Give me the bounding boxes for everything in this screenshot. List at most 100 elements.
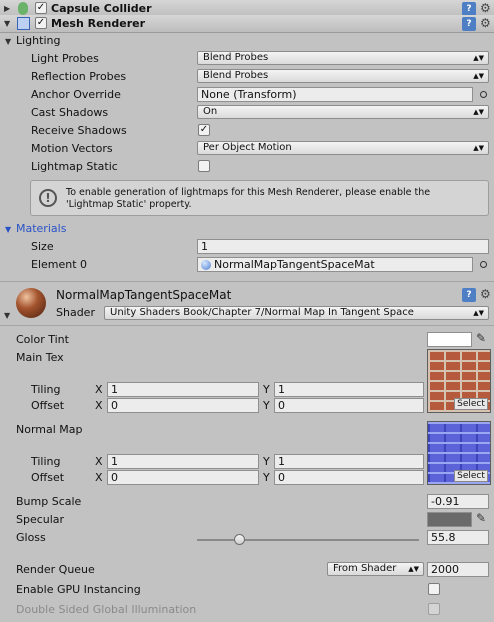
normal-tiling-y-field[interactable]: 1 [274,454,424,469]
gloss-slider-knob[interactable] [234,534,246,545]
motion-vectors-value: Per Object Motion [203,142,292,153]
gear-icon[interactable]: ⚙ [480,287,491,301]
info-text-line1: To enable generation of lightmaps for th… [66,187,431,198]
main-tiling-y-field[interactable]: 1 [274,382,424,397]
main-tiling-label: Tiling [31,383,61,396]
specular-swatch[interactable] [427,512,472,527]
shader-value: Unity Shaders Book/Chapter 7/Normal Map … [110,307,414,318]
render-queue-field[interactable]: 2000 [427,562,489,577]
reflection-probes-value: Blend Probes [203,70,269,81]
receive-shadows-label: Receive Shadows [31,124,127,137]
shader-dropdown[interactable]: Unity Shaders Book/Chapter 7/Normal Map … [104,306,489,320]
bump-scale-field[interactable]: -0.91 [427,494,489,509]
normal-tiling-label: Tiling [31,455,61,468]
materials-size-field[interactable]: 1 [197,239,489,254]
gloss-field[interactable]: 55.8 [427,530,489,545]
gear-icon[interactable]: ⚙ [480,16,491,30]
normal-offset-label: Offset [31,471,65,484]
dropdown-arrow-icon: ▲▼ [473,309,484,317]
cast-shadows-value: On [203,106,218,117]
reflection-probes-dropdown[interactable]: Blend Probes ▲▼ [197,69,489,83]
capsule-collider-enabled-checkbox[interactable]: ✓ [35,2,47,14]
materials-fold-icon[interactable]: ▼ [5,225,14,234]
normal-map-thumbnail[interactable]: Select [427,421,491,485]
help-icon[interactable]: ? [462,2,476,16]
element0-value: NormalMapTangentSpaceMat [214,258,375,271]
mesh-renderer-header[interactable]: ▼ ✓ Mesh Renderer ? ⚙ [0,15,494,33]
main-tex-thumbnail[interactable]: Select [427,349,491,413]
normal-offset-x-label: X [95,471,103,484]
help-icon[interactable]: ? [462,17,476,31]
material-name: NormalMapTangentSpaceMat [56,288,232,302]
main-offset-x-label: X [95,399,103,412]
dropdown-arrow-icon: ▲▼ [473,54,484,62]
motion-vectors-dropdown[interactable]: Per Object Motion ▲▼ [197,141,489,155]
dropdown-arrow-icon: ▲▼ [473,72,484,80]
normal-tiling-x-label: X [95,455,103,468]
main-tex-label: Main Tex [16,351,64,364]
render-queue-mode-value: From Shader [333,563,397,574]
main-offset-y-field[interactable]: 0 [274,398,424,413]
dropdown-arrow-icon: ▲▼ [408,565,419,573]
dropdown-arrow-icon: ▲▼ [473,144,484,152]
capsule-collider-icon [18,2,28,15]
mesh-renderer-icon [17,17,30,30]
lightmap-static-checkbox[interactable] [198,160,210,172]
normal-offset-x-field[interactable]: 0 [107,470,259,485]
light-probes-value: Blend Probes [203,52,269,63]
gear-icon[interactable]: ⚙ [480,1,491,15]
materials-size-label: Size [31,240,54,253]
main-tex-select-button[interactable]: Select [454,398,488,410]
render-queue-mode-dropdown[interactable]: From Shader ▲▼ [327,562,424,576]
receive-shadows-checkbox[interactable]: ✓ [198,124,210,136]
eyedropper-icon[interactable]: ✎ [476,511,486,525]
render-queue-label: Render Queue [16,563,95,576]
object-picker-icon[interactable] [480,261,487,268]
normal-offset-y-label: Y [263,471,270,484]
element0-field[interactable]: NormalMapTangentSpaceMat [197,257,473,272]
object-picker-icon[interactable] [480,91,487,98]
gloss-label: Gloss [16,531,46,544]
help-icon[interactable]: ? [462,288,476,302]
gpu-instancing-checkbox[interactable] [428,583,440,595]
bump-scale-label: Bump Scale [16,495,82,508]
separator [0,325,494,326]
separator [0,281,494,282]
lighting-section-label[interactable]: Lighting [16,34,60,47]
fold-arrow-icon[interactable]: ▶ [4,4,13,13]
fold-arrow-icon[interactable]: ▼ [4,19,13,28]
light-probes-label: Light Probes [31,52,99,65]
material-preview-icon [16,288,46,318]
mesh-renderer-enabled-checkbox[interactable]: ✓ [35,17,47,29]
lightmap-static-label: Lightmap Static [31,160,118,173]
main-tiling-x-field[interactable]: 1 [107,382,259,397]
material-sphere-icon [201,260,211,270]
lighting-fold-icon[interactable]: ▼ [5,37,14,46]
main-offset-x-field[interactable]: 0 [107,398,259,413]
light-probes-dropdown[interactable]: Blend Probes ▲▼ [197,51,489,65]
materials-section-label[interactable]: Materials [16,222,66,235]
double-sided-gi-checkbox [428,603,440,615]
info-text-line2: 'Lightmap Static' property. [66,199,192,210]
cast-shadows-dropdown[interactable]: On ▲▼ [197,105,489,119]
specular-label: Specular [16,513,65,526]
anchor-override-field[interactable]: None (Transform) [197,87,473,102]
normal-tiling-y-label: Y [263,455,270,468]
material-fold-icon[interactable]: ▼ [4,311,13,320]
eyedropper-icon[interactable]: ✎ [476,331,486,345]
lightmap-info-box: ! To enable generation of lightmaps for … [30,180,489,216]
gloss-slider-track[interactable] [197,539,419,541]
main-tiling-x-label: X [95,383,103,396]
color-tint-label: Color Tint [16,333,69,346]
shader-label: Shader [56,306,95,319]
normal-tiling-x-field[interactable]: 1 [107,454,259,469]
normal-offset-y-field[interactable]: 0 [274,470,424,485]
reflection-probes-label: Reflection Probes [31,70,127,83]
cast-shadows-label: Cast Shadows [31,106,109,119]
normal-map-select-button[interactable]: Select [454,470,488,482]
main-tiling-y-label: Y [263,383,270,396]
anchor-override-label: Anchor Override [31,88,121,101]
color-tint-swatch[interactable] [427,332,472,347]
motion-vectors-label: Motion Vectors [31,142,113,155]
main-offset-label: Offset [31,399,65,412]
